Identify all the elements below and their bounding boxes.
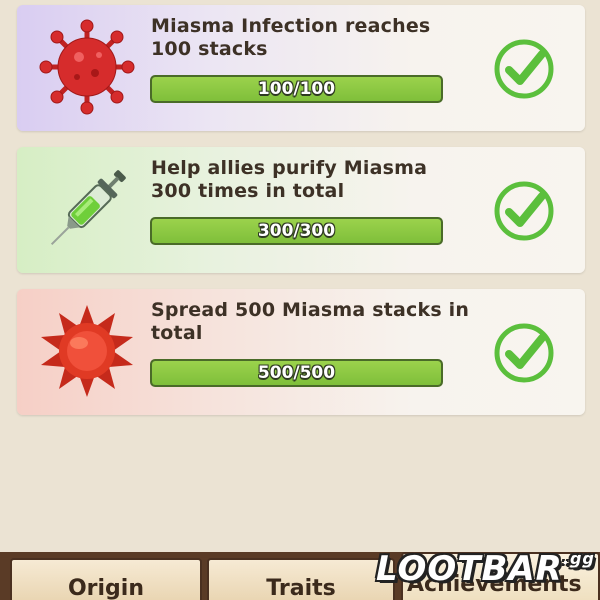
achievement-card[interactable]: Help allies purify Miasma 300 times in t…	[17, 147, 585, 273]
syringe-icon	[50, 170, 126, 246]
progress-text: 100/100	[257, 79, 336, 99]
achievement-card[interactable]: Spread 500 Miasma stacks in total 500/50…	[17, 289, 585, 415]
progress-text: 500/500	[257, 363, 336, 383]
progress-bar: 300/300	[150, 217, 443, 245]
progress-bar: 100/100	[150, 75, 443, 103]
progress-text: 300/300	[257, 221, 336, 241]
spiky-orb-icon	[41, 305, 133, 397]
tab-traits[interactable]: Traits	[207, 558, 395, 600]
achievements-panel: Miasma Infection reaches 100 stacks 100/…	[0, 0, 600, 552]
achievement-title: Spread 500 Miasma stacks in total	[151, 299, 470, 344]
check-icon	[494, 323, 554, 383]
progress-bar: 500/500	[150, 359, 443, 387]
achievement-title: Help allies purify Miasma 300 times in t…	[151, 157, 428, 202]
lootbar-watermark: LOOTBAR.gg	[376, 549, 596, 589]
watermark-main: LOOTBAR	[376, 549, 563, 589]
watermark-suffix: .gg	[562, 549, 595, 568]
virus-icon	[39, 19, 135, 115]
tab-origin[interactable]: Origin	[10, 558, 202, 600]
check-icon	[494, 39, 554, 99]
achievement-title: Miasma Infection reaches 100 stacks	[151, 15, 431, 60]
check-icon	[494, 181, 554, 241]
achievement-card[interactable]: Miasma Infection reaches 100 stacks 100/…	[17, 5, 585, 131]
